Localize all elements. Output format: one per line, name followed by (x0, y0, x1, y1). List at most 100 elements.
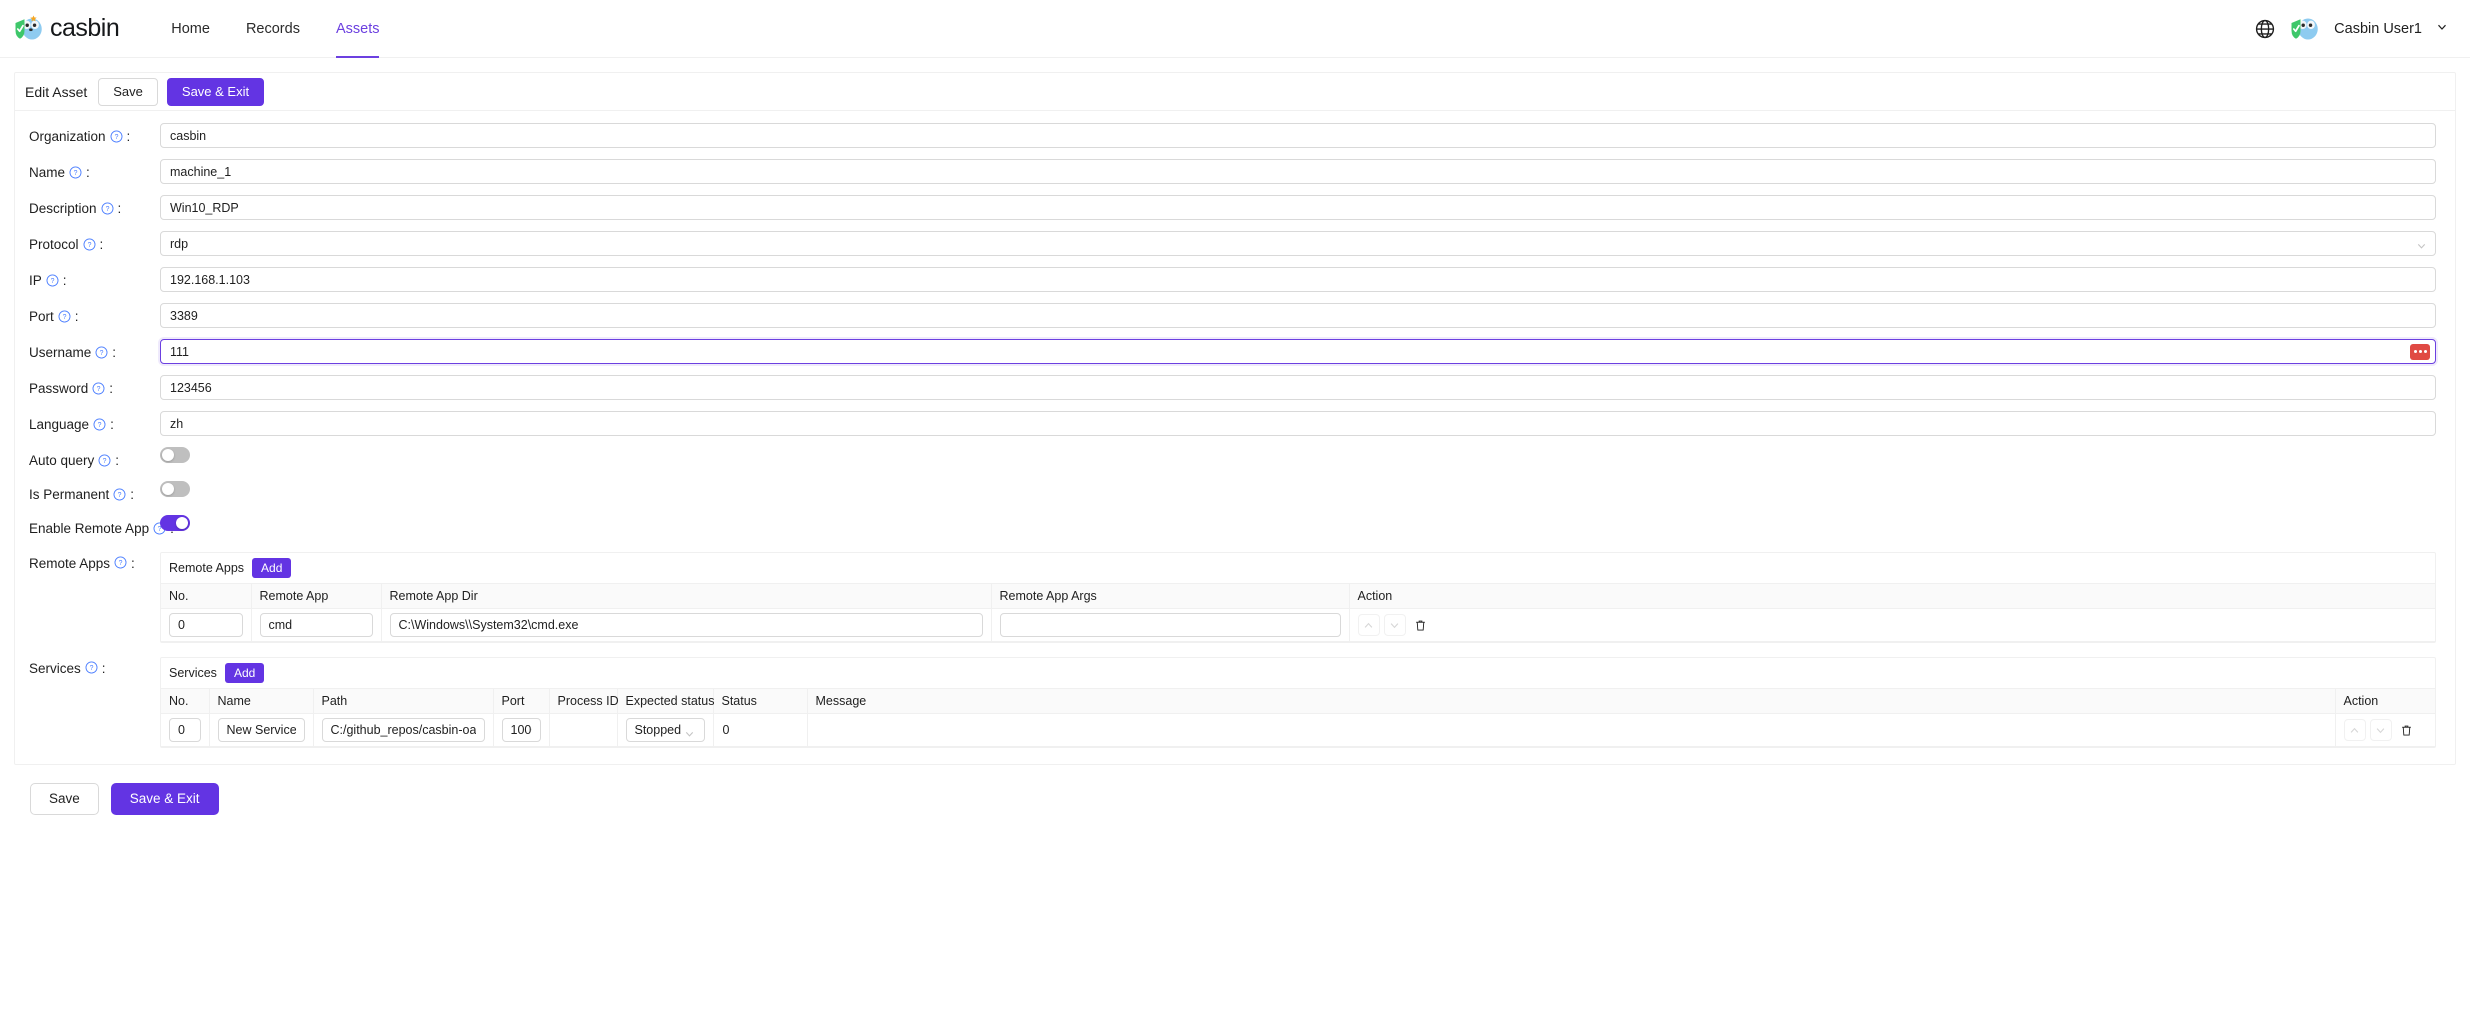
colon: : (109, 381, 113, 396)
question-circle-icon[interactable]: ? (92, 382, 105, 395)
label-text: Username (29, 345, 91, 360)
trash-icon[interactable] (1410, 614, 1432, 636)
form-row-protocol: Protocol ? : (15, 231, 2455, 256)
save-and-exit-button-top[interactable]: Save & Exit (167, 78, 264, 106)
username-input-wrap (160, 339, 2436, 364)
service-expected-status-select[interactable]: Stopped (626, 718, 705, 742)
col-expected-status: Expected status (617, 689, 713, 714)
save-button-top[interactable]: Save (98, 78, 158, 106)
col-message: Message (807, 689, 2335, 714)
control-username (160, 339, 2455, 364)
add-remote-app-button[interactable]: Add (252, 558, 291, 578)
port-input[interactable] (160, 303, 2436, 328)
cell-remote-app-args (991, 609, 1349, 642)
organization-input[interactable] (160, 123, 2436, 148)
enable-remote-app-toggle[interactable] (160, 515, 190, 531)
question-circle-icon[interactable]: ? (98, 454, 111, 467)
nav-item-records[interactable]: Records (228, 0, 318, 58)
card-toolbar: Edit Asset Save Save & Exit (15, 73, 2455, 111)
service-port-input[interactable] (502, 718, 541, 742)
question-circle-icon[interactable]: ? (95, 346, 108, 359)
question-circle-icon[interactable]: ? (114, 556, 127, 569)
remote-apps-table-card: Remote Apps Add No. Remote App (160, 552, 2436, 643)
cell-process-id (549, 714, 617, 747)
control-enable-remote-app (160, 515, 2455, 536)
name-input[interactable] (160, 159, 2436, 184)
form-row-description: Description ? : (15, 195, 2455, 220)
remote-app-name-input[interactable] (260, 613, 373, 637)
label-text: Services (29, 661, 81, 676)
svg-text:?: ? (97, 386, 101, 393)
service-no-input[interactable] (169, 718, 201, 742)
brand-logo-group[interactable]: casbin (14, 14, 119, 44)
col-action: Action (2335, 689, 2435, 714)
form-row-remote-apps: Remote Apps ? : Remote Apps Add (15, 552, 2455, 643)
colon: : (100, 237, 104, 252)
is-permanent-toggle[interactable] (160, 481, 190, 497)
label-text: Password (29, 381, 88, 396)
form-row-is-permanent: Is Permanent ? : (15, 481, 2455, 502)
up-arrow-icon[interactable] (2344, 719, 2366, 741)
colon: : (110, 417, 114, 432)
colon: : (102, 661, 106, 676)
save-and-exit-button-bottom[interactable]: Save & Exit (111, 783, 219, 815)
cell-no (161, 609, 251, 642)
question-circle-icon[interactable]: ? (113, 488, 126, 501)
cell-path (313, 714, 493, 747)
trash-icon[interactable] (2396, 719, 2418, 741)
language-input[interactable] (160, 411, 2436, 436)
protocol-select[interactable] (160, 231, 2436, 256)
svg-text:?: ? (74, 170, 78, 177)
add-service-button[interactable]: Add (225, 663, 264, 683)
question-circle-icon[interactable]: ? (83, 238, 96, 251)
protocol-select-wrap (160, 231, 2436, 256)
username-label[interactable]: Casbin User1 (2334, 21, 2422, 37)
remote-app-args-input[interactable] (1000, 613, 1341, 637)
services-header-row: No. Name Path Port Process ID Expected s… (161, 689, 2435, 714)
label-auto-query: Auto query ? : (15, 447, 160, 468)
question-circle-icon[interactable]: ? (69, 166, 82, 179)
down-arrow-icon[interactable] (1384, 614, 1406, 636)
down-arrow-icon[interactable] (2370, 719, 2392, 741)
col-path: Path (313, 689, 493, 714)
control-ip (160, 267, 2455, 292)
auto-query-toggle[interactable] (160, 447, 190, 463)
remote-app-no-input[interactable] (169, 613, 243, 637)
colon: : (130, 487, 134, 502)
label-services: Services ? : (15, 657, 160, 676)
ip-input[interactable] (160, 267, 2436, 292)
save-button-bottom[interactable]: Save (30, 783, 99, 815)
remote-app-dir-input[interactable] (390, 613, 983, 637)
service-message-value (816, 723, 817, 737)
service-path-input[interactable] (322, 718, 485, 742)
username-input[interactable] (160, 339, 2436, 364)
nav-item-home[interactable]: Home (153, 0, 228, 58)
cell-action (1349, 609, 2435, 642)
nav-item-assets[interactable]: Assets (318, 0, 398, 58)
label-enable-remote-app: Enable Remote App ? : (15, 515, 160, 536)
question-circle-icon[interactable]: ? (85, 661, 98, 674)
up-arrow-icon[interactable] (1358, 614, 1380, 636)
colon: : (115, 453, 119, 468)
svg-text:?: ? (103, 458, 107, 465)
svg-text:?: ? (62, 314, 66, 321)
question-circle-icon[interactable]: ? (58, 310, 71, 323)
password-manager-icon[interactable] (2410, 344, 2430, 360)
globe-icon[interactable] (2254, 18, 2276, 40)
service-name-input[interactable] (218, 718, 305, 742)
question-circle-icon[interactable]: ? (93, 418, 106, 431)
label-name: Name ? : (15, 159, 160, 180)
question-circle-icon[interactable]: ? (101, 202, 114, 215)
password-input[interactable] (160, 375, 2436, 400)
control-password (160, 375, 2455, 400)
label-username: Username ? : (15, 339, 160, 360)
cell-remote-app-dir (381, 609, 991, 642)
chevron-down-icon[interactable] (2436, 20, 2448, 38)
label-organization: Organization ? : (15, 123, 160, 144)
description-input[interactable] (160, 195, 2436, 220)
question-circle-icon[interactable]: ? (110, 130, 123, 143)
svg-text:?: ? (119, 560, 123, 567)
avatar[interactable] (2290, 14, 2320, 44)
label-text: Remote Apps (29, 556, 110, 571)
question-circle-icon[interactable]: ? (46, 274, 59, 287)
